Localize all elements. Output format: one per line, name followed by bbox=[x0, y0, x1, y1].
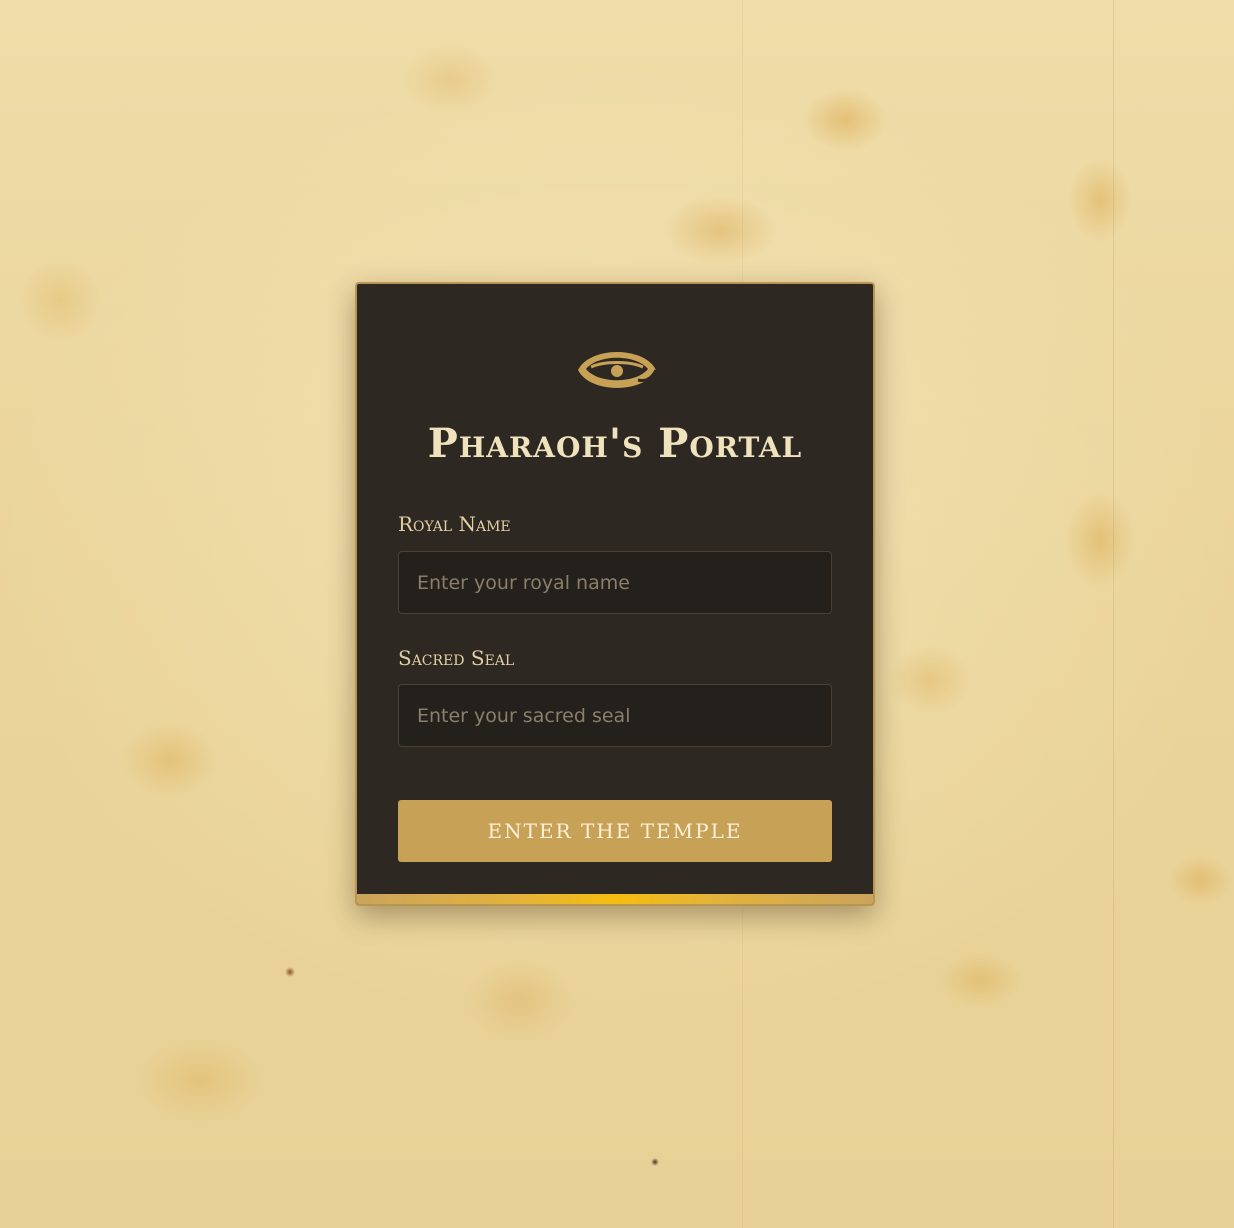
card-accent-bar bbox=[357, 894, 873, 904]
royal-name-input[interactable] bbox=[398, 551, 832, 614]
login-card: Pharaoh's Portal Royal Name Sacred Seal … bbox=[355, 282, 875, 906]
royal-name-label: Royal Name bbox=[398, 512, 511, 536]
sacred-seal-label: Sacred Seal bbox=[398, 646, 515, 670]
sacred-seal-input[interactable] bbox=[398, 684, 832, 747]
page-title: Pharaoh's Portal bbox=[427, 420, 803, 467]
enter-temple-button[interactable]: ENTER THE TEMPLE bbox=[398, 800, 832, 862]
paper-fiber bbox=[1113, 0, 1114, 1228]
eye-of-horus-icon bbox=[578, 352, 658, 388]
